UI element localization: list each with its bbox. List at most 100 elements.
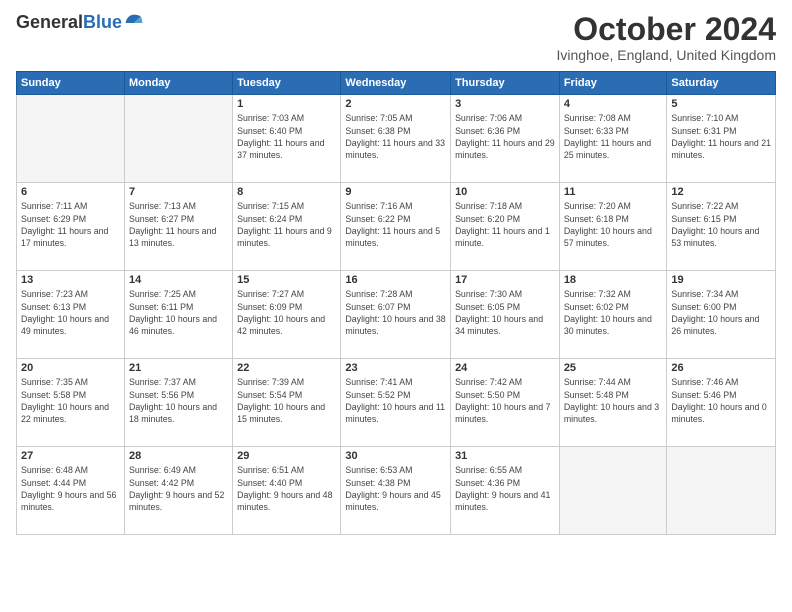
calendar-cell: 16 Sunrise: 7:28 AMSunset: 6:07 PMDayligh…: [341, 271, 451, 359]
calendar-cell: 31Sunrise: 6:55 AMSunset: 4:36 PMDayligh…: [451, 447, 560, 535]
day-number: 10: [455, 186, 555, 198]
calendar-header-row: Sunday Monday Tuesday Wednesday Thursday…: [17, 72, 776, 95]
calendar-week-4: 20 Sunrise: 7:35 AMSunset: 5:58 PMDayligh…: [17, 359, 776, 447]
day-number: 14: [129, 274, 228, 286]
day-info: Sunrise: 7:23 AMSunset: 6:13 PMDaylight:…: [21, 288, 120, 337]
day-number: 26: [671, 362, 771, 374]
calendar-cell: 10 Sunrise: 7:18 AMSunset: 6:20 PMDayligh…: [451, 183, 560, 271]
day-number: 29: [237, 450, 336, 462]
calendar-cell: 26 Sunrise: 7:46 AMSunset: 5:46 PMDayligh…: [667, 359, 776, 447]
logo-general: General: [16, 12, 83, 33]
col-monday: Monday: [124, 72, 232, 95]
day-info: Sunrise: 6:48 AMSunset: 4:44 PMDaylight:…: [21, 464, 120, 513]
day-number: 16: [345, 274, 446, 286]
day-number: 7: [129, 186, 228, 198]
day-number: 22: [237, 362, 336, 374]
day-number: 25: [564, 362, 663, 374]
day-info: Sunrise: 6:49 AMSunset: 4:42 PMDaylight:…: [129, 464, 228, 513]
day-info: Sunrise: 7:42 AMSunset: 5:50 PMDaylight:…: [455, 376, 555, 425]
day-number: 24: [455, 362, 555, 374]
day-number: 4: [564, 98, 663, 110]
day-number: 11: [564, 186, 663, 198]
calendar-cell: 4Sunrise: 7:08 AMSunset: 6:33 PMDaylight…: [559, 95, 667, 183]
day-info: Sunrise: 7:39 AMSunset: 5:54 PMDaylight:…: [237, 376, 336, 425]
month-title: October 2024: [557, 12, 776, 47]
calendar-cell: 24 Sunrise: 7:42 AMSunset: 5:50 PMDayligh…: [451, 359, 560, 447]
day-info: Sunrise: 7:41 AMSunset: 5:52 PMDaylight:…: [345, 376, 446, 425]
day-number: 8: [237, 186, 336, 198]
day-number: 15: [237, 274, 336, 286]
day-number: 31: [455, 450, 555, 462]
calendar-cell: 19 Sunrise: 7:34 AMSunset: 6:00 PMDayligh…: [667, 271, 776, 359]
day-number: 5: [671, 98, 771, 110]
day-info: Sunrise: 7:13 AMSunset: 6:27 PMDaylight:…: [129, 200, 228, 249]
logo-icon: [124, 13, 144, 33]
calendar-cell: 2Sunrise: 7:05 AMSunset: 6:38 PMDaylight…: [341, 95, 451, 183]
calendar-cell: 14 Sunrise: 7:25 AMSunset: 6:11 PMDayligh…: [124, 271, 232, 359]
calendar-cell: [124, 95, 232, 183]
page: GeneralBlue October 2024 Ivinghoe, Engla…: [0, 0, 792, 612]
col-wednesday: Wednesday: [341, 72, 451, 95]
col-sunday: Sunday: [17, 72, 125, 95]
calendar-cell: 22 Sunrise: 7:39 AMSunset: 5:54 PMDayligh…: [233, 359, 341, 447]
logo: GeneralBlue: [16, 12, 144, 33]
day-info: Sunrise: 7:25 AMSunset: 6:11 PMDaylight:…: [129, 288, 228, 337]
day-info: Sunrise: 7:46 AMSunset: 5:46 PMDaylight:…: [671, 376, 771, 425]
day-number: 19: [671, 274, 771, 286]
calendar-cell: 5 Sunrise: 7:10 AMSunset: 6:31 PMDaylight…: [667, 95, 776, 183]
calendar-cell: 28 Sunrise: 6:49 AMSunset: 4:42 PMDayligh…: [124, 447, 232, 535]
day-number: 18: [564, 274, 663, 286]
calendar-cell: [17, 95, 125, 183]
calendar-cell: 6 Sunrise: 7:11 AMSunset: 6:29 PMDaylight…: [17, 183, 125, 271]
calendar-cell: [559, 447, 667, 535]
col-tuesday: Tuesday: [233, 72, 341, 95]
day-info: Sunrise: 7:10 AMSunset: 6:31 PMDaylight:…: [671, 112, 771, 161]
calendar-cell: 7 Sunrise: 7:13 AMSunset: 6:27 PMDaylight…: [124, 183, 232, 271]
day-info: Sunrise: 7:27 AMSunset: 6:09 PMDaylight:…: [237, 288, 336, 337]
title-block: October 2024 Ivinghoe, England, United K…: [557, 12, 776, 63]
day-info: Sunrise: 7:16 AMSunset: 6:22 PMDaylight:…: [345, 200, 446, 249]
day-number: 12: [671, 186, 771, 198]
day-number: 1: [237, 98, 336, 110]
day-number: 17: [455, 274, 555, 286]
day-number: 23: [345, 362, 446, 374]
calendar-cell: 13 Sunrise: 7:23 AMSunset: 6:13 PMDayligh…: [17, 271, 125, 359]
day-info: Sunrise: 7:44 AMSunset: 5:48 PMDaylight:…: [564, 376, 663, 425]
day-info: Sunrise: 7:34 AMSunset: 6:00 PMDaylight:…: [671, 288, 771, 337]
day-info: Sunrise: 7:20 AMSunset: 6:18 PMDaylight:…: [564, 200, 663, 249]
col-saturday: Saturday: [667, 72, 776, 95]
calendar-week-5: 27 Sunrise: 6:48 AMSunset: 4:44 PMDayligh…: [17, 447, 776, 535]
calendar-cell: 12Sunrise: 7:22 AMSunset: 6:15 PMDayligh…: [667, 183, 776, 271]
day-info: Sunrise: 7:18 AMSunset: 6:20 PMDaylight:…: [455, 200, 555, 249]
day-number: 28: [129, 450, 228, 462]
calendar-cell: 20 Sunrise: 7:35 AMSunset: 5:58 PMDayligh…: [17, 359, 125, 447]
calendar-cell: 21 Sunrise: 7:37 AMSunset: 5:56 PMDayligh…: [124, 359, 232, 447]
calendar-cell: 15 Sunrise: 7:27 AMSunset: 6:09 PMDayligh…: [233, 271, 341, 359]
logo-blue: Blue: [83, 12, 122, 33]
day-info: Sunrise: 6:53 AMSunset: 4:38 PMDaylight:…: [345, 464, 446, 513]
calendar-cell: 9Sunrise: 7:16 AMSunset: 6:22 PMDaylight…: [341, 183, 451, 271]
day-number: 3: [455, 98, 555, 110]
calendar-cell: 29 Sunrise: 6:51 AMSunset: 4:40 PMDayligh…: [233, 447, 341, 535]
col-friday: Friday: [559, 72, 667, 95]
calendar-cell: 17Sunrise: 7:30 AMSunset: 6:05 PMDayligh…: [451, 271, 560, 359]
day-number: 27: [21, 450, 120, 462]
calendar-cell: 18 Sunrise: 7:32 AMSunset: 6:02 PMDayligh…: [559, 271, 667, 359]
calendar-cell: 23 Sunrise: 7:41 AMSunset: 5:52 PMDayligh…: [341, 359, 451, 447]
day-info: Sunrise: 7:37 AMSunset: 5:56 PMDaylight:…: [129, 376, 228, 425]
day-number: 13: [21, 274, 120, 286]
day-info: Sunrise: 7:11 AMSunset: 6:29 PMDaylight:…: [21, 200, 120, 249]
day-info: Sunrise: 7:35 AMSunset: 5:58 PMDaylight:…: [21, 376, 120, 425]
day-number: 30: [345, 450, 446, 462]
day-number: 6: [21, 186, 120, 198]
day-info: Sunrise: 7:28 AMSunset: 6:07 PMDaylight:…: [345, 288, 446, 337]
day-number: 21: [129, 362, 228, 374]
day-info: Sunrise: 6:51 AMSunset: 4:40 PMDaylight:…: [237, 464, 336, 513]
location: Ivinghoe, England, United Kingdom: [557, 47, 776, 63]
day-number: 2: [345, 98, 446, 110]
day-info: Sunrise: 7:32 AMSunset: 6:02 PMDaylight:…: [564, 288, 663, 337]
header: GeneralBlue October 2024 Ivinghoe, Engla…: [16, 12, 776, 63]
col-thursday: Thursday: [451, 72, 560, 95]
day-number: 20: [21, 362, 120, 374]
day-info: Sunrise: 7:06 AMSunset: 6:36 PMDaylight:…: [455, 112, 555, 161]
